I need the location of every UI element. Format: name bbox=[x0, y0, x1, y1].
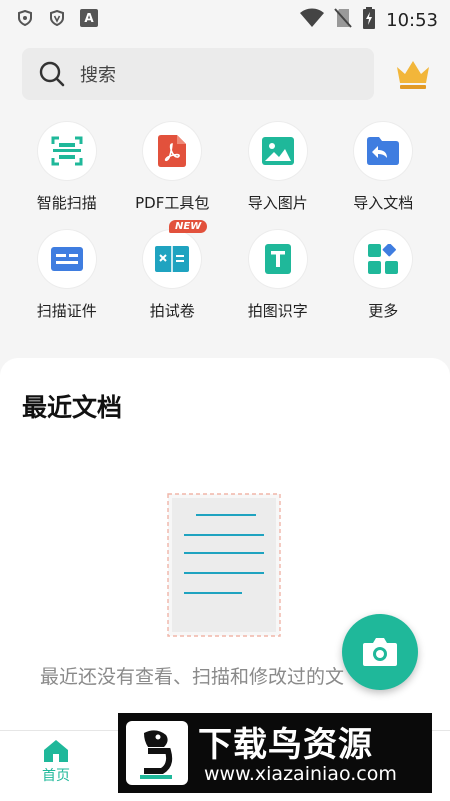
tool-icon-circle bbox=[37, 230, 96, 288]
pdf-icon bbox=[158, 135, 187, 167]
tool-label: 智能扫描 bbox=[36, 194, 97, 212]
status-bar: A 10:53 bbox=[0, 0, 450, 36]
image-icon bbox=[261, 137, 294, 165]
search-placeholder: 搜索 bbox=[80, 65, 116, 86]
tool-smart-scan[interactable]: 智能扫描 bbox=[14, 122, 120, 230]
camera-button[interactable] bbox=[342, 614, 418, 690]
nav-home[interactable]: 首页 bbox=[30, 739, 82, 785]
tool-icon-circle bbox=[248, 122, 307, 180]
tool-label: 拍图识字 bbox=[247, 302, 308, 320]
tool-label: 扫描证件 bbox=[36, 302, 97, 320]
home-icon bbox=[44, 740, 68, 762]
tool-icon-circle bbox=[37, 122, 96, 180]
shield-v-icon bbox=[48, 9, 66, 27]
tool-exam-paper[interactable]: NEW 拍试卷 bbox=[120, 220, 226, 338]
crown-icon[interactable] bbox=[395, 58, 431, 90]
tool-scan-id[interactable]: 扫描证件 bbox=[14, 230, 120, 338]
watermark-url: www.xiazainiao.com bbox=[204, 763, 397, 785]
folder-import-icon bbox=[367, 137, 400, 165]
empty-state-text: 最近还没有查看、扫描和修改过的文 bbox=[40, 666, 345, 688]
tool-pdf-toolkit[interactable]: PDF工具包 bbox=[120, 122, 226, 230]
tool-label: 更多 bbox=[368, 302, 399, 320]
tool-label: PDF工具包 bbox=[135, 194, 210, 212]
exam-paper-icon bbox=[155, 246, 190, 272]
notification-letter: A bbox=[84, 11, 94, 25]
battery-charging-icon bbox=[362, 7, 376, 33]
tool-text-recognition[interactable]: 拍图识字 bbox=[225, 230, 331, 338]
bird-logo-icon bbox=[126, 721, 188, 785]
tool-icon-circle bbox=[354, 230, 413, 288]
scan-icon bbox=[51, 136, 83, 166]
new-badge: NEW bbox=[169, 220, 208, 233]
tool-icon-circle bbox=[248, 230, 307, 288]
tool-import-document[interactable]: 导入文档 bbox=[331, 122, 437, 230]
nav-home-label: 首页 bbox=[42, 768, 70, 784]
id-card-icon bbox=[50, 247, 83, 271]
camera-icon bbox=[363, 638, 397, 666]
text-recognition-icon bbox=[264, 244, 291, 274]
tool-label: 拍试卷 bbox=[149, 302, 195, 320]
tool-label: 导入文档 bbox=[353, 194, 414, 212]
search-icon bbox=[38, 60, 66, 88]
tool-grid: 智能扫描 PDF工具包 导入图片 导入文档 扫描证件 NEW 拍试卷 拍图识字 … bbox=[14, 122, 436, 338]
clock: 10:53 bbox=[386, 9, 438, 31]
watermark-banner: 下载鸟资源 www.xiazainiao.com bbox=[118, 713, 432, 793]
watermark-title: 下载鸟资源 bbox=[198, 725, 373, 765]
tool-icon-circle bbox=[143, 122, 202, 180]
tool-icon-circle bbox=[354, 122, 413, 180]
empty-document-illustration bbox=[166, 492, 282, 638]
search-bar[interactable]: 搜索 bbox=[22, 48, 374, 100]
tool-label: 导入图片 bbox=[247, 194, 308, 212]
notification-a-icon: A bbox=[80, 9, 98, 27]
recent-title: 最近文档 bbox=[22, 393, 123, 422]
more-grid-icon bbox=[368, 244, 399, 274]
no-sim-icon bbox=[334, 8, 352, 32]
tool-icon-circle: NEW bbox=[143, 220, 208, 288]
shield-icon bbox=[16, 9, 34, 27]
wifi-icon bbox=[300, 8, 325, 32]
tool-more[interactable]: 更多 bbox=[331, 230, 437, 338]
tool-import-image[interactable]: 导入图片 bbox=[225, 122, 331, 230]
